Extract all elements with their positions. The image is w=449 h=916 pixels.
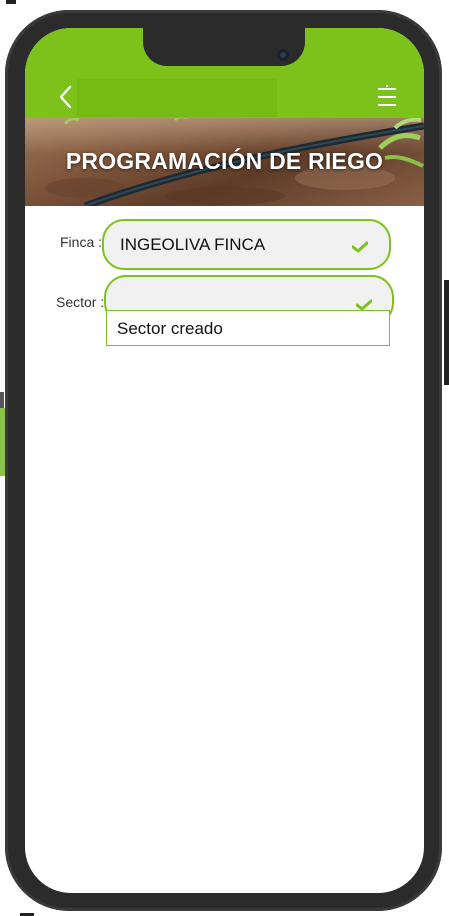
sector-label: Sector : <box>56 294 105 310</box>
phone-frame: PROGRAMACIÓN DE RIEGO Finca : INGEOLIVA … <box>5 10 442 911</box>
back-button[interactable] <box>53 80 77 114</box>
header-banner-image: PROGRAMACIÓN DE RIEGO <box>25 118 424 206</box>
check-icon <box>352 241 368 253</box>
chevron-left-icon <box>59 85 72 109</box>
side-button-right <box>444 280 449 385</box>
sector-option[interactable]: Sector creado <box>117 319 223 339</box>
app-screen: PROGRAMACIÓN DE RIEGO Finca : INGEOLIVA … <box>25 28 424 893</box>
sector-dropdown-list: Sector creado <box>106 310 390 346</box>
header-title-area <box>77 79 277 117</box>
finca-label: Finca : <box>60 234 103 250</box>
phone-notch <box>143 28 305 66</box>
page-title: PROGRAMACIÓN DE RIEGO <box>65 148 384 174</box>
finca-select[interactable]: INGEOLIVA FINCA <box>102 219 391 270</box>
menu-button[interactable] <box>376 85 398 109</box>
menu-icon <box>378 85 396 106</box>
finca-select-value: INGEOLIVA FINCA <box>120 235 266 254</box>
camera-icon <box>277 49 289 61</box>
frame-edge-top <box>6 0 16 4</box>
